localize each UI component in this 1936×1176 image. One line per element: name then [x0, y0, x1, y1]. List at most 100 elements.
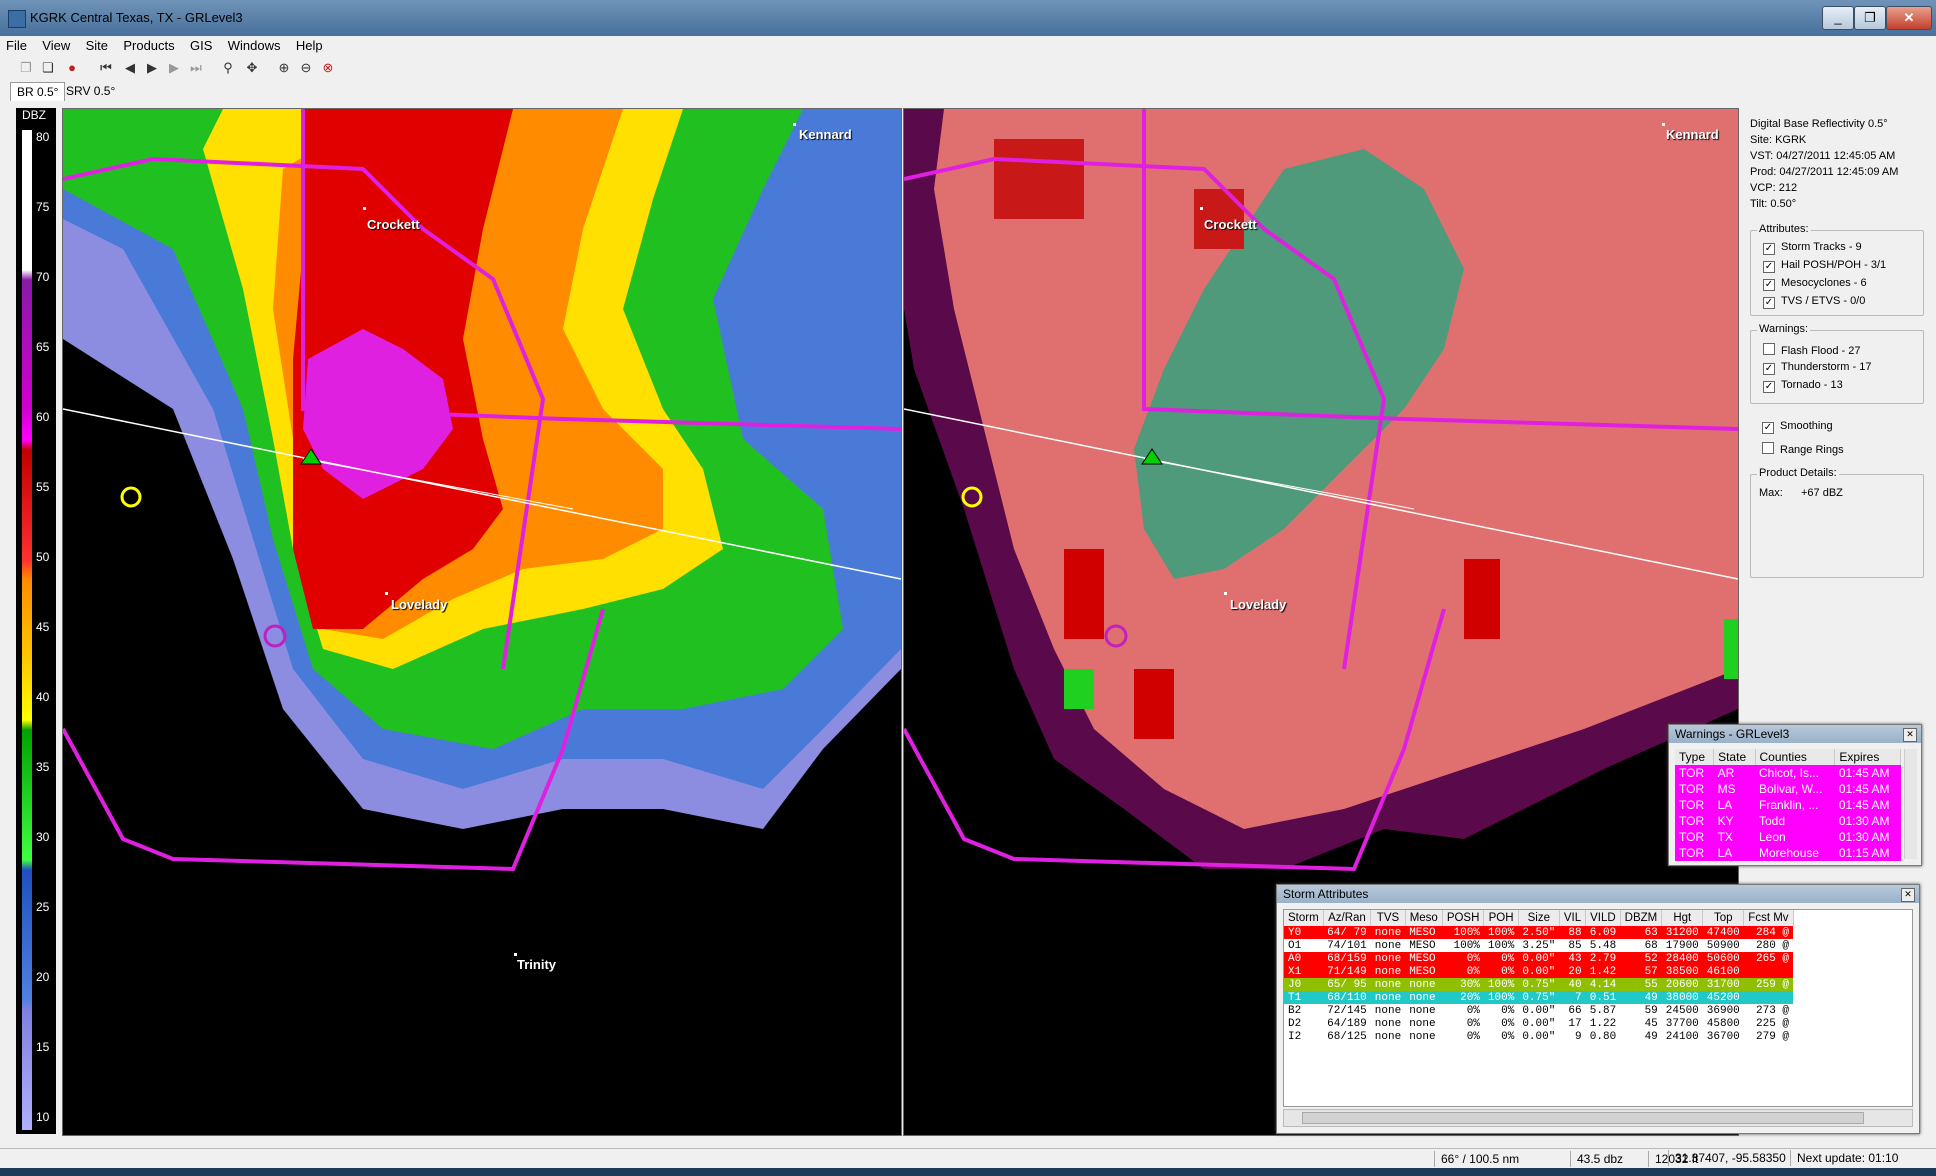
col-size[interactable]: Size [1518, 910, 1560, 926]
checkbox-tvs[interactable]: ✓ TVS / ETVS - 0/0 [1763, 295, 1865, 309]
warnings-table: Type State Counties Expires TOR AR Chicot,… [1675, 749, 1901, 861]
record-icon[interactable]: ● [64, 60, 80, 76]
checkbox-thunderstorm[interactable]: ✓ Thunderstorm - 17 [1763, 361, 1871, 375]
table-cell: 36900 [1706, 1004, 1740, 1017]
col-tvs[interactable]: TVS [1370, 910, 1406, 926]
col-posh[interactable]: POSH [1442, 910, 1485, 926]
title-bar[interactable]: KGRK Central Texas, TX - GRLevel3 _ ❐ ✕ [0, 0, 1936, 36]
table-row[interactable]: TOR AR Chicot, Is... 01:45 AM [1675, 765, 1901, 781]
table-row[interactable]: TOR KY Todd 01:30 AM [1675, 813, 1901, 829]
scrollbar-thumb[interactable] [1302, 1112, 1864, 1124]
col-vild[interactable]: VILD [1585, 910, 1621, 926]
col-counties[interactable]: Counties [1755, 749, 1836, 765]
table-cell: 284 @ [1756, 926, 1790, 939]
product-details-group: Product Details: Max: +67 dBZ [1750, 467, 1924, 578]
col-azran[interactable]: Az/Ran [1323, 910, 1372, 926]
col-fcst[interactable]: Fcst Mv [1743, 910, 1794, 926]
menu-file[interactable]: File [0, 36, 33, 55]
copy-icon[interactable]: ❐ [18, 60, 34, 76]
checkbox-range-rings[interactable]: Range Rings [1762, 442, 1844, 456]
table-row[interactable]: I2 68/125 none none 0% 0% 0.00" 9 0.80 49 24100 367… [1284, 1030, 1794, 1043]
zoom-in-icon[interactable]: ⊕ [276, 60, 292, 76]
checkbox-hail[interactable]: ✓ Hail POSH/POH - 3/1 [1763, 259, 1886, 273]
next-frame-icon[interactable]: ▶ [166, 60, 182, 76]
legend-title: DBZ [22, 108, 46, 122]
checkbox-tornado[interactable]: ✓ Tornado - 13 [1763, 379, 1843, 393]
warnings-scrollbar[interactable] [1904, 749, 1917, 859]
table-row[interactable]: TOR MS Bolivar, W... 01:45 AM [1675, 781, 1901, 797]
menu-help[interactable]: Help [290, 36, 329, 55]
zoom-reset-icon[interactable]: ⊗ [320, 60, 336, 76]
col-hgt[interactable]: Hgt [1661, 910, 1704, 926]
menu-site[interactable]: Site [80, 36, 114, 55]
first-frame-icon[interactable]: ⏮ [98, 60, 114, 76]
table-cell: 1.22 [1589, 1017, 1617, 1030]
table-cell: 2.79 [1589, 952, 1617, 965]
table-cell: 45200 [1706, 991, 1740, 1004]
table-cell: 24500 [1665, 1004, 1699, 1017]
close-icon[interactable]: ✕ [1901, 888, 1915, 902]
city-crockett: Crockett [367, 217, 420, 232]
table-cell: 74/101 [1327, 939, 1367, 952]
checkbox-mesocyclones[interactable]: ✓ Mesocyclones - 6 [1763, 277, 1867, 291]
pan-icon[interactable]: ✥ [244, 60, 260, 76]
tab-br[interactable]: BR 0.5° [10, 82, 66, 101]
legend-tick: 15 [36, 1040, 50, 1054]
table-cell: 30% [1460, 978, 1480, 991]
checkbox-smoothing[interactable]: ✓ Smoothing [1762, 420, 1833, 434]
table-row[interactable]: J0 65/ 95 none none 30% 100% 0.75" 40 4.14 55 2060… [1284, 978, 1794, 991]
col-type[interactable]: Type [1675, 749, 1715, 765]
table-row[interactable]: X1 71/149 none MESO 0% 0% 0.00" 20 1.42 57 38500 46… [1284, 965, 1794, 978]
col-vil[interactable]: VIL [1559, 910, 1587, 926]
close-button[interactable]: ✕ [1886, 6, 1932, 30]
table-row[interactable]: T1 68/110 none none 20% 100% 0.75" 7 0.51 49 38000… [1284, 991, 1794, 1004]
table-cell: 5.87 [1589, 1004, 1617, 1017]
restore-button[interactable]: ❐ [1854, 6, 1886, 30]
menu-windows[interactable]: Windows [222, 36, 287, 55]
play-icon[interactable]: ▶ [144, 60, 160, 76]
col-top[interactable]: Top [1702, 910, 1745, 926]
table-cell: 36700 [1706, 1030, 1740, 1043]
app-window: KGRK Central Texas, TX - GRLevel3 _ ❐ ✕ … [0, 0, 1936, 1176]
menu-gis[interactable]: GIS [184, 36, 218, 55]
table-cell: 68 [1644, 939, 1658, 952]
checkbox-storm-tracks[interactable]: ✓ Storm Tracks - 9 [1763, 241, 1862, 255]
zoom-icon[interactable]: ⚲ [220, 60, 236, 76]
table-row[interactable]: B2 72/145 none none 0% 0% 0.00" 66 5.87 59 24500 36… [1284, 1004, 1794, 1017]
storm-table: Storm Az/Ran TVS Meso POSH POH Size VIL … [1284, 910, 1794, 1043]
reflectivity-map[interactable]: Kennard Crockett Lovelady Trinity [62, 108, 902, 1136]
app-icon [8, 10, 26, 28]
col-state[interactable]: State [1713, 749, 1756, 765]
storm-table-area: Storm Az/Ran TVS Meso POSH POH Size VIL … [1283, 909, 1913, 1107]
table-row[interactable]: A0 68/159 none MESO 0% 0% 0.00" 43 2.79 52 28400 50… [1284, 952, 1794, 965]
legend-tick: 45 [36, 620, 50, 634]
table-cell: none [1409, 1017, 1436, 1030]
menu-view[interactable]: View [36, 36, 76, 55]
table-row[interactable]: Y0 64/ 79 none MESO 100% 100% 2.50" 88 6.09 63 312… [1284, 926, 1794, 939]
table-row[interactable]: TOR LA Morehouse 01:15 AM [1675, 845, 1901, 861]
storm-attributes-window[interactable]: Storm Attributes ✕ Storm Az/Ran TVS Meso… [1276, 884, 1920, 1134]
tab-srv[interactable]: SRV 0.5° [60, 82, 121, 100]
table-cell: B2 [1288, 1004, 1302, 1017]
col-meso[interactable]: Meso [1405, 910, 1443, 926]
col-poh[interactable]: POH [1483, 910, 1519, 926]
copy-all-icon[interactable]: ❏ [40, 60, 56, 76]
last-frame-icon[interactable]: ⏭ [188, 60, 204, 76]
warnings-window[interactable]: Warnings - GRLevel3 ✕ Type State Countie… [1668, 724, 1922, 866]
table-cell: none [1374, 1030, 1402, 1043]
storm-horizontal-scrollbar[interactable] [1283, 1109, 1913, 1127]
table-row[interactable]: O1 74/101 none MESO 100% 100% 3.25" 85 5.48 68 179… [1284, 939, 1794, 952]
table-cell: 0.00" [1522, 1030, 1556, 1043]
minimize-button[interactable]: _ [1822, 6, 1854, 30]
table-row[interactable]: TOR LA Franklin, ... 01:45 AM [1675, 797, 1901, 813]
col-expires[interactable]: Expires [1834, 749, 1901, 765]
close-icon[interactable]: ✕ [1903, 728, 1917, 742]
col-dbzm[interactable]: DBZM [1620, 910, 1663, 926]
menu-products[interactable]: Products [117, 36, 180, 55]
checkbox-flash-flood[interactable]: Flash Flood - 27 [1763, 343, 1860, 357]
col-storm[interactable]: Storm [1284, 910, 1324, 926]
table-row[interactable]: D2 64/189 none none 0% 0% 0.00" 17 1.22 45 37700 45… [1284, 1017, 1794, 1030]
table-row[interactable]: TOR TX Leon 01:30 AM [1675, 829, 1901, 845]
previous-frame-icon[interactable]: ◀ [122, 60, 138, 76]
zoom-out-icon[interactable]: ⊖ [298, 60, 314, 76]
